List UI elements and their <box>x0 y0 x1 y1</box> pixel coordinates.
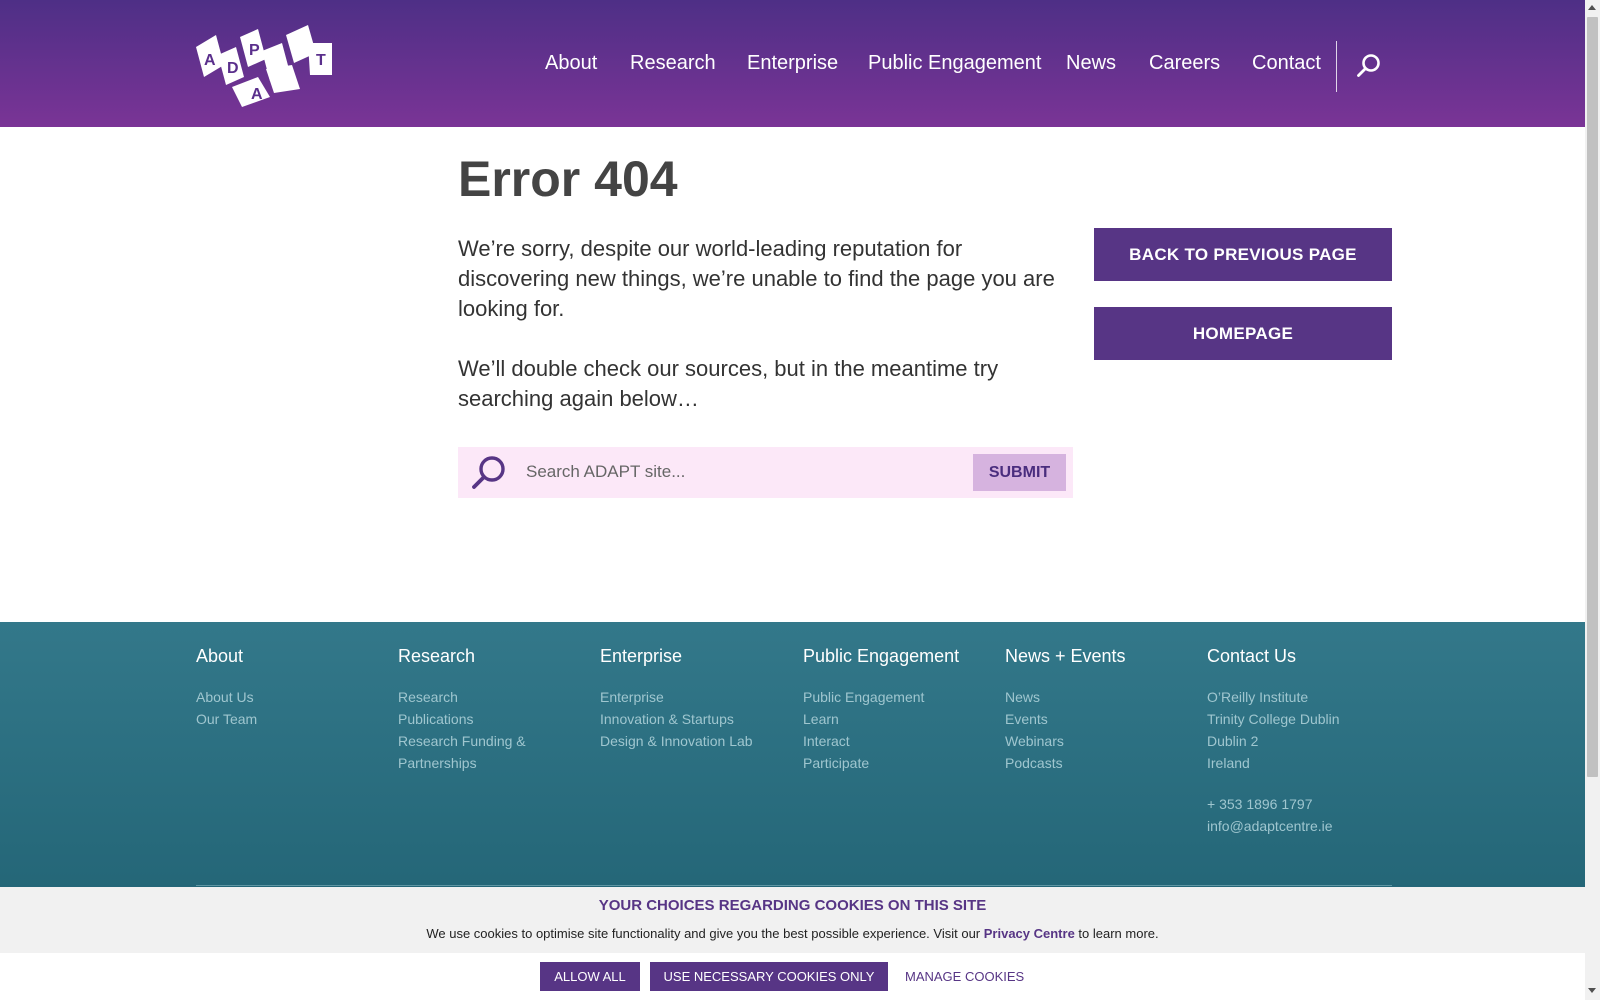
phone-link[interactable]: + 353 1896 1797 <box>1207 793 1397 815</box>
nav-about[interactable]: About <box>545 52 597 75</box>
address-line: Dublin 2 <box>1207 733 1259 749</box>
footer-heading: Public Engagement <box>803 646 960 666</box>
footer-heading: Research <box>398 646 476 666</box>
footer-link[interactable]: Interact <box>803 730 993 752</box>
site-header: A D P A T About Research Enterprise Publ… <box>0 0 1585 127</box>
scroll-up-icon[interactable] <box>1588 5 1596 10</box>
manage-cookies-link[interactable]: MANAGE COOKIES <box>905 969 1024 984</box>
footer-link[interactable]: Research <box>398 686 588 708</box>
scroll-down-icon[interactable] <box>1588 988 1596 993</box>
footer-heading: News + Events <box>1005 646 1126 666</box>
address-line: O’Reilly Institute <box>1207 689 1309 705</box>
search-input[interactable] <box>526 457 926 487</box>
footer-link[interactable]: Webinars <box>1005 730 1195 752</box>
search-suggestion: We’ll double check our sources, but in t… <box>458 356 999 411</box>
footer-link[interactable]: Our Team <box>196 708 386 730</box>
allow-all-button[interactable]: ALLOW ALL <box>540 962 640 991</box>
footer-column-news-events: News + Events News Events Webinars Podca… <box>1005 646 1195 774</box>
search-icon <box>472 456 505 489</box>
footer-heading: Contact Us <box>1207 646 1297 666</box>
cookie-title: YOUR CHOICES REGARDING COOKIES ON THIS S… <box>598 897 987 914</box>
back-to-previous-page-button[interactable]: BACK TO PREVIOUS PAGE <box>1094 228 1392 281</box>
footer-link[interactable]: Enterprise <box>600 686 790 708</box>
svg-text:T: T <box>316 52 326 69</box>
address-line: Ireland <box>1207 755 1250 771</box>
nav-contact[interactable]: Contact <box>1252 52 1321 75</box>
error-message: We’re sorry, despite our world-leading r… <box>458 236 1055 321</box>
necessary-cookies-button[interactable]: USE NECESSARY COOKIES ONLY <box>650 962 888 991</box>
nav-public-engagement[interactable]: Public Engagement <box>868 52 1041 75</box>
svg-text:D: D <box>227 60 239 77</box>
nav-news[interactable]: News <box>1066 52 1116 75</box>
footer-heading: Enterprise <box>600 646 683 666</box>
footer-column-public-engagement: Public Engagement Public Engagement Lear… <box>803 646 993 774</box>
scroll-thumb[interactable] <box>1587 17 1598 777</box>
cookie-banner: YOUR CHOICES REGARDING COOKIES ON THIS S… <box>0 887 1585 1000</box>
footer-link[interactable]: Learn <box>803 708 993 730</box>
footer-column-enterprise: Enterprise Enterprise Innovation & Start… <box>600 646 790 752</box>
footer-divider <box>196 885 1392 886</box>
footer-column-about: About About Us Our Team <box>196 646 386 730</box>
footer-link[interactable]: Public Engagement <box>803 686 993 708</box>
footer-link[interactable]: Innovation & Startups <box>600 708 790 730</box>
svg-text:A: A <box>204 52 216 69</box>
svg-text:A: A <box>251 86 263 103</box>
submit-button[interactable]: SUBMIT <box>973 454 1066 491</box>
footer-link[interactable]: Research Funding & Partnerships <box>398 730 533 774</box>
footer-column-contact: Contact Us O’Reilly Institute Trinity Co… <box>1207 646 1397 837</box>
privacy-centre-link[interactable]: Privacy Centre <box>984 926 1075 941</box>
footer-link[interactable]: Participate <box>803 752 993 774</box>
footer-link[interactable]: Podcasts <box>1005 752 1195 774</box>
footer-heading: About <box>196 646 244 666</box>
nav-enterprise[interactable]: Enterprise <box>747 52 838 75</box>
nav-careers[interactable]: Careers <box>1149 52 1220 75</box>
svg-text:P: P <box>249 42 260 59</box>
scrollbar[interactable] <box>1585 0 1600 1000</box>
adapt-logo[interactable]: A D P A T <box>196 25 334 107</box>
footer-column-research: Research Research Publications Research … <box>398 646 588 774</box>
footer-link[interactable]: Design & Innovation Lab <box>600 730 790 752</box>
nav-divider <box>1336 41 1337 92</box>
homepage-button[interactable]: HOMEPAGE <box>1094 307 1392 360</box>
site-search-form: SUBMIT <box>458 447 1073 498</box>
nav-research[interactable]: Research <box>630 52 716 75</box>
footer-link[interactable]: Publications <box>398 708 588 730</box>
email-link[interactable]: info@adaptcentre.ie <box>1207 815 1397 837</box>
footer-link[interactable]: News <box>1005 686 1195 708</box>
footer-link[interactable]: Events <box>1005 708 1195 730</box>
cookie-text: We use cookies to optimise site function… <box>426 926 1159 941</box>
address-line: Trinity College Dublin <box>1207 711 1340 727</box>
search-icon[interactable] <box>1356 53 1382 79</box>
page-title: Error 404 <box>458 151 678 207</box>
footer-link[interactable]: About Us <box>196 686 386 708</box>
